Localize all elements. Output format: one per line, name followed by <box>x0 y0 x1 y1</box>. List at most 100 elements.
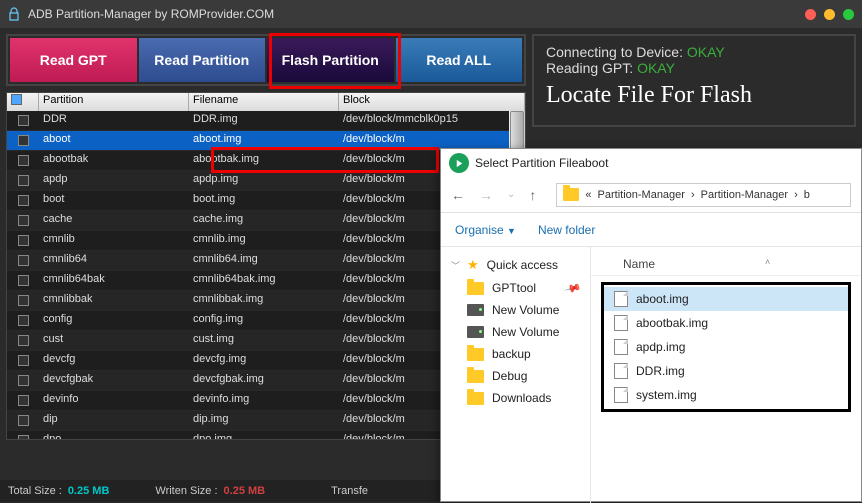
cell-filename: DDR.img <box>189 111 339 130</box>
row-checkbox[interactable] <box>7 371 39 390</box>
label: Downloads <box>492 391 551 405</box>
sort-caret-icon: ˄ <box>765 257 770 271</box>
row-checkbox[interactable] <box>7 151 39 170</box>
cell-partition: cache <box>39 211 189 230</box>
status-gpt-value: OKAY <box>637 60 675 76</box>
file-name: aboot.img <box>636 292 689 306</box>
row-checkbox[interactable] <box>7 411 39 430</box>
row-checkbox[interactable] <box>7 311 39 330</box>
row-checkbox[interactable] <box>7 111 39 130</box>
file-icon <box>614 315 628 331</box>
star-icon: ★ <box>467 257 479 273</box>
col-filename[interactable]: Filename <box>189 93 339 111</box>
file-row[interactable]: apdp.img <box>604 335 848 359</box>
row-checkbox[interactable] <box>7 231 39 250</box>
label: New Volume <box>492 303 559 317</box>
cell-partition: devcfgbak <box>39 371 189 390</box>
cell-partition: devinfo <box>39 391 189 410</box>
name-col: Name <box>623 257 655 271</box>
read-all-button[interactable]: Read ALL <box>396 38 523 82</box>
row-checkbox[interactable] <box>7 391 39 410</box>
organise-button[interactable]: Organise ▼ <box>455 223 516 237</box>
flash-partition-button[interactable]: Flash Partition <box>267 38 394 82</box>
cell-filename: cmnlib.img <box>189 231 339 250</box>
row-checkbox[interactable] <box>7 291 39 310</box>
sidebar-backup[interactable]: backup <box>441 343 590 365</box>
window-controls[interactable] <box>805 9 854 20</box>
file-icon <box>614 363 628 379</box>
file-list-header[interactable]: Name ˄ <box>591 253 861 276</box>
status-gpt-label: Reading GPT: <box>546 60 633 76</box>
close-icon[interactable] <box>805 9 816 20</box>
dialog-titlebar: Select Partition Fileaboot <box>441 149 861 177</box>
minimize-icon[interactable] <box>824 9 835 20</box>
row-checkbox[interactable] <box>7 351 39 370</box>
dialog-title: Select Partition Fileaboot <box>475 156 608 170</box>
row-checkbox[interactable] <box>7 191 39 210</box>
cell-partition: apdp <box>39 171 189 190</box>
status-connect-value: OKAY <box>687 44 725 60</box>
cell-partition: abootbak <box>39 151 189 170</box>
written-size-value: 0.25 MB <box>224 485 266 497</box>
row-checkbox[interactable] <box>7 431 39 440</box>
cell-partition: cmnlib64bak <box>39 271 189 290</box>
drive-icon <box>467 304 484 316</box>
file-row[interactable]: abootbak.img <box>604 311 848 335</box>
folder-icon <box>467 282 484 295</box>
nav-dropdown-icon[interactable]: ⌄ <box>507 189 515 200</box>
drive-icon <box>467 326 484 338</box>
col-partition[interactable]: Partition <box>39 93 189 111</box>
label: GPTtool <box>492 281 536 295</box>
sidebar-downloads[interactable]: Downloads <box>441 387 590 409</box>
sidebar-new-volume-1[interactable]: New Volume <box>441 299 590 321</box>
label: Quick access <box>487 258 558 272</box>
read-gpt-button[interactable]: Read GPT <box>10 38 137 82</box>
nav-back-icon[interactable]: ← <box>451 187 465 203</box>
status-panel: Connecting to Device: OKAY Reading GPT: … <box>532 34 856 127</box>
col-block[interactable]: Block <box>339 93 525 111</box>
table-header: Partition Filename Block <box>7 93 525 111</box>
app-title: ADB Partition-Manager by ROMProvider.COM <box>28 7 805 21</box>
new-folder-button[interactable]: New folder <box>538 223 595 237</box>
select-all-checkbox[interactable] <box>7 93 39 111</box>
sidebar-debug[interactable]: Debug <box>441 365 590 387</box>
status-connect-label: Connecting to Device: <box>546 44 683 60</box>
nav-up-icon[interactable]: ↑ <box>529 187 536 203</box>
cell-filename: cust.img <box>189 331 339 350</box>
sidebar-quick-access[interactable]: ﹀★Quick access <box>441 253 590 277</box>
sidebar-gpttool[interactable]: GPTtool📌 <box>441 277 590 299</box>
cell-filename: aboot.img <box>189 131 339 150</box>
read-partition-button[interactable]: Read Partition <box>139 38 266 82</box>
crumb-a[interactable]: Partition-Manager <box>598 189 685 201</box>
file-row[interactable]: system.img <box>604 383 848 407</box>
row-checkbox[interactable] <box>7 211 39 230</box>
dialog-sidebar: ﹀★Quick access GPTtool📌 New Volume New V… <box>441 247 591 503</box>
breadcrumb[interactable]: « Partition-Manager› Partition-Manager› … <box>556 183 851 207</box>
cell-filename: devcfg.img <box>189 351 339 370</box>
file-row[interactable]: aboot.img <box>604 287 848 311</box>
cell-filename: cmnlib64bak.img <box>189 271 339 290</box>
row-checkbox[interactable] <box>7 331 39 350</box>
crumb-b[interactable]: Partition-Manager <box>701 189 788 201</box>
cell-filename: devinfo.img <box>189 391 339 410</box>
row-checkbox[interactable] <box>7 251 39 270</box>
lock-icon <box>8 7 20 21</box>
cell-partition: config <box>39 311 189 330</box>
sidebar-new-volume-2[interactable]: New Volume <box>441 321 590 343</box>
transfer-label: Transfe <box>331 485 368 497</box>
cell-filename: cmnlib64.img <box>189 251 339 270</box>
file-icon <box>614 339 628 355</box>
label: New Volume <box>492 325 559 339</box>
file-name: DDR.img <box>636 364 685 378</box>
file-row[interactable]: DDR.img <box>604 359 848 383</box>
folder-icon <box>467 392 484 405</box>
cell-partition: dpo <box>39 431 189 440</box>
maximize-icon[interactable] <box>843 9 854 20</box>
crumb-c[interactable]: b <box>804 189 810 201</box>
row-checkbox[interactable] <box>7 271 39 290</box>
nav-forward-icon[interactable]: → <box>479 187 493 203</box>
table-row[interactable]: DDRDDR.img/dev/block/mmcblk0p15 <box>7 111 525 131</box>
row-checkbox[interactable] <box>7 131 39 150</box>
dialog-file-list: Name ˄ aboot.img abootbak.imgapdp.img DDR.i… <box>591 247 861 503</box>
row-checkbox[interactable] <box>7 171 39 190</box>
